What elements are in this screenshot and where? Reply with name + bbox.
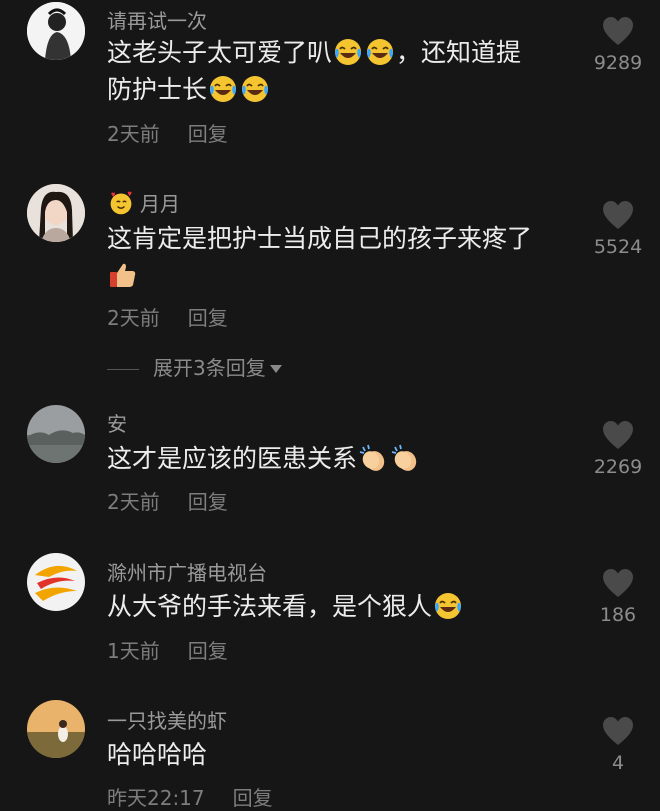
comment-text: 这老头子太可爱了叭 ，还知道提 防护士长 — [107, 34, 567, 108]
comment-time: 2天前 — [107, 490, 160, 514]
rofl-emoji-icon — [208, 74, 238, 104]
broadcast-logo-avatar-icon — [27, 553, 85, 611]
comment-meta: 1天前 回复 — [107, 635, 228, 664]
user-avatar[interactable] — [27, 553, 85, 611]
thumbs-up-icon — [108, 260, 138, 290]
sunset-silhouette-avatar-icon — [27, 700, 85, 758]
comment-meta: 2天前 回复 — [107, 486, 228, 515]
like-button[interactable]: 5524 — [585, 200, 651, 258]
reply-button[interactable]: 回复 — [233, 786, 273, 810]
heart-icon[interactable] — [602, 420, 634, 450]
username[interactable]: 一只找美的虾 — [107, 705, 227, 734]
reply-button[interactable]: 回复 — [188, 306, 228, 330]
expand-replies-label: 展开3条回复 — [153, 356, 266, 380]
comment-time: 昨天22:17 — [107, 786, 205, 810]
username[interactable]: 月月 — [107, 188, 180, 217]
smiling-face-with-hearts-icon — [108, 190, 134, 216]
comment-time: 2天前 — [107, 122, 160, 146]
comment-time: 1天前 — [107, 639, 160, 663]
misty-landscape-avatar-icon — [27, 405, 85, 463]
comment-text: 这才是应该的医患关系 — [107, 440, 567, 477]
user-avatar[interactable] — [27, 184, 85, 242]
comment-text-part: 这肯定是把护士当成自己的孩子来疼了 — [107, 224, 533, 253]
like-count: 9289 — [593, 52, 643, 74]
heart-icon[interactable] — [602, 716, 634, 746]
comment-text-part: 这才是应该的医患关系 — [107, 444, 358, 473]
clapping-hands-icon — [358, 443, 388, 473]
expand-replies-button[interactable]: 展开3条回复 — [107, 352, 282, 381]
caret-down-icon — [269, 365, 282, 373]
like-button[interactable]: 4 — [585, 716, 651, 774]
like-count: 4 — [611, 752, 625, 774]
rofl-emoji-icon — [433, 591, 463, 621]
comment-time: 2天前 — [107, 306, 160, 330]
rofl-emoji-icon — [365, 37, 395, 67]
comment-text-part: 从大爷的手法来看，是个狠人 — [107, 592, 433, 621]
comment-meta: 昨天22:17 回复 — [107, 782, 273, 811]
comment-text: 这肯定是把护士当成自己的孩子来疼了 — [107, 220, 567, 294]
heart-icon[interactable] — [602, 16, 634, 46]
user-avatar[interactable] — [27, 2, 85, 60]
reply-button[interactable]: 回复 — [188, 639, 228, 663]
comment-text: 哈哈哈哈 — [107, 736, 567, 773]
reply-button[interactable]: 回复 — [188, 490, 228, 514]
user-avatar[interactable] — [27, 700, 85, 758]
heart-icon[interactable] — [602, 200, 634, 230]
divider-line — [107, 369, 139, 370]
rofl-emoji-icon — [240, 74, 270, 104]
comment-meta: 2天前 回复 — [107, 302, 228, 331]
comment-text-part: 这老头子太可爱了叭 — [107, 38, 333, 67]
user-avatar[interactable] — [27, 405, 85, 463]
comment-text-part: ，还知道提 — [396, 38, 522, 67]
like-count: 2269 — [593, 456, 643, 478]
heart-icon[interactable] — [602, 568, 634, 598]
username[interactable]: 滁州市广播电视台 — [107, 557, 267, 586]
like-button[interactable]: 9289 — [585, 16, 651, 74]
woman-portrait-avatar-icon — [27, 184, 85, 242]
comment-text: 从大爷的手法来看，是个狠人 — [107, 588, 567, 625]
username[interactable]: 安 — [107, 408, 127, 437]
reply-button[interactable]: 回复 — [188, 122, 228, 146]
username-text: 月月 — [140, 192, 180, 216]
like-button[interactable]: 2269 — [585, 420, 651, 478]
username[interactable]: 请再试一次 — [107, 5, 207, 34]
comment-text-part: 哈哈哈哈 — [107, 740, 208, 769]
like-button[interactable]: 186 — [585, 568, 651, 626]
comment-text-part: 防护士长 — [107, 75, 208, 104]
comment-meta: 2天前 回复 — [107, 118, 228, 147]
rofl-emoji-icon — [333, 37, 363, 67]
monochrome-portrait-avatar-icon — [27, 2, 85, 60]
like-count: 186 — [599, 604, 637, 626]
clapping-hands-icon — [390, 443, 420, 473]
like-count: 5524 — [593, 236, 643, 258]
